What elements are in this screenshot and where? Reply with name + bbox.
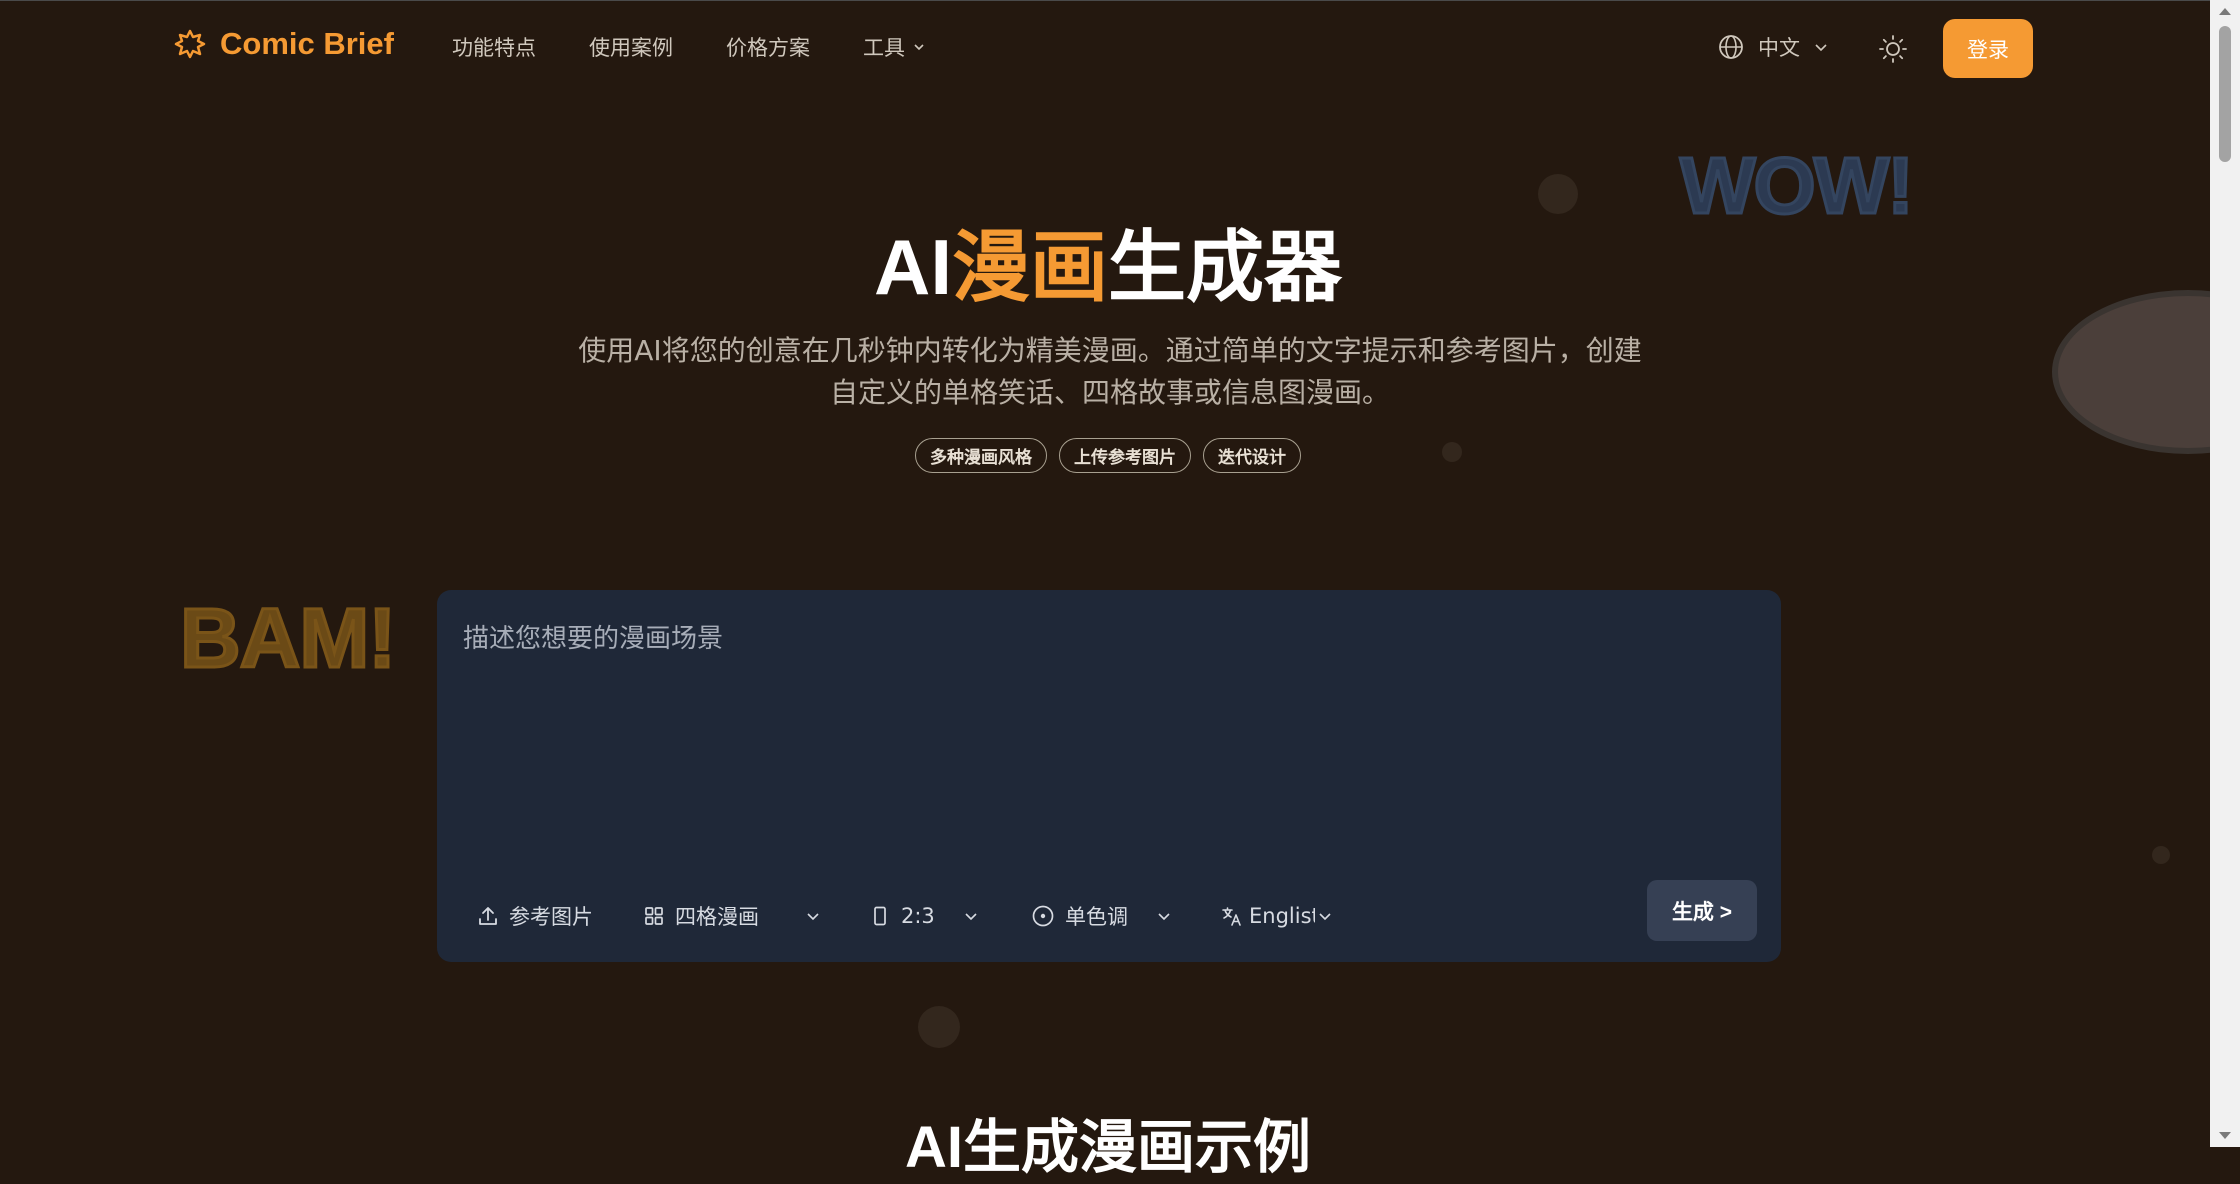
nav-tools-label: 工具	[863, 36, 905, 60]
hero-title-prefix: AI	[873, 223, 952, 311]
language-selector[interactable]: 中文	[1718, 32, 1828, 62]
decor-dot	[918, 1006, 960, 1048]
upload-icon	[479, 907, 497, 925]
layout-select[interactable]: 四格漫画	[643, 896, 869, 936]
prompt-panel: 参考图片 四格漫画 2:3	[437, 590, 1781, 962]
hero-title-suffix: 生成器	[1108, 223, 1343, 311]
chevron-down-icon	[914, 44, 924, 51]
feature-tags: 多种漫画风格 上传参考图片 迭代设计	[0, 438, 2216, 473]
globe-icon	[1719, 35, 1743, 59]
tag-styles: 多种漫画风格	[915, 438, 1047, 473]
grid-icon	[645, 907, 663, 925]
prompt-toolbar: 参考图片 四格漫画 2:3 单色调 Englist	[477, 896, 1351, 936]
chevron-down-icon	[1815, 44, 1827, 52]
scroll-up-arrow-icon[interactable]	[2219, 8, 2231, 15]
color-mode-value: 单色调	[1065, 905, 1128, 929]
chevron-down-icon	[965, 913, 977, 921]
upload-label: 参考图片	[509, 905, 593, 929]
aspect-ratio-value: 2:3	[901, 904, 935, 928]
output-language-select[interactable]: Englist	[1221, 896, 1351, 936]
top-navbar: Comic Brief 功能特点 使用案例 价格方案 工具 中文 登录	[0, 0, 2210, 96]
brand-name: Comic Brief	[220, 26, 394, 61]
translate-icon	[1222, 907, 1241, 926]
generate-button[interactable]: 生成 >	[1647, 880, 1757, 941]
bam-decoration: BAM!	[178, 590, 397, 687]
color-mode-select[interactable]: 单色调	[1031, 896, 1221, 936]
page-scrollbar[interactable]	[2210, 0, 2240, 1147]
hero-subtitle-line: 使用AI将您的创意在几秒钟内转化为精美漫画。通过简单的文字提示和参考图片，创建	[578, 334, 1642, 367]
nav-use-cases[interactable]: 使用案例	[589, 32, 673, 62]
sun-icon	[1879, 35, 1907, 63]
output-language-value: Englist	[1249, 904, 1315, 928]
theme-toggle-button[interactable]	[1876, 32, 1910, 66]
scene-prompt-input[interactable]	[461, 616, 1755, 850]
login-button[interactable]: 登录	[1943, 19, 2033, 78]
burst-logo-icon	[174, 29, 206, 59]
hero-title-accent: 漫画	[951, 223, 1108, 311]
scrollbar-thumb[interactable]	[2219, 26, 2231, 162]
chevron-down-icon	[807, 913, 819, 921]
language-label: 中文	[1758, 36, 1800, 60]
chevron-down-icon	[1158, 913, 1170, 921]
upload-reference-button[interactable]: 参考图片	[477, 896, 643, 936]
hero-subtitle: 使用AI将您的创意在几秒钟内转化为精美漫画。通过简单的文字提示和参考图片，创建 …	[530, 330, 1690, 414]
nav-features[interactable]: 功能特点	[452, 32, 536, 62]
main-nav: 功能特点 使用案例 价格方案 工具	[452, 32, 925, 62]
hero-subtitle-line: 自定义的单格笑话、四格故事或信息图漫画。	[829, 376, 1390, 409]
target-circle-icon	[1032, 905, 1054, 927]
tag-iterative: 迭代设计	[1203, 438, 1301, 473]
brand-logo[interactable]: Comic Brief	[174, 26, 394, 62]
chevron-down-icon	[1319, 913, 1331, 921]
examples-section-title: AI生成漫画示例	[904, 1115, 1311, 1180]
portrait-frame-icon	[874, 906, 886, 926]
nav-tools[interactable]: 工具	[863, 32, 925, 62]
hero-title: AI漫画生成器	[0, 205, 2216, 317]
tag-reference-upload: 上传参考图片	[1059, 438, 1191, 473]
layout-value: 四格漫画	[675, 905, 759, 929]
nav-pricing[interactable]: 价格方案	[726, 32, 810, 62]
scroll-down-arrow-icon[interactable]	[2219, 1132, 2231, 1139]
aspect-ratio-select[interactable]: 2:3	[869, 896, 1031, 936]
decor-dot	[2152, 846, 2170, 864]
